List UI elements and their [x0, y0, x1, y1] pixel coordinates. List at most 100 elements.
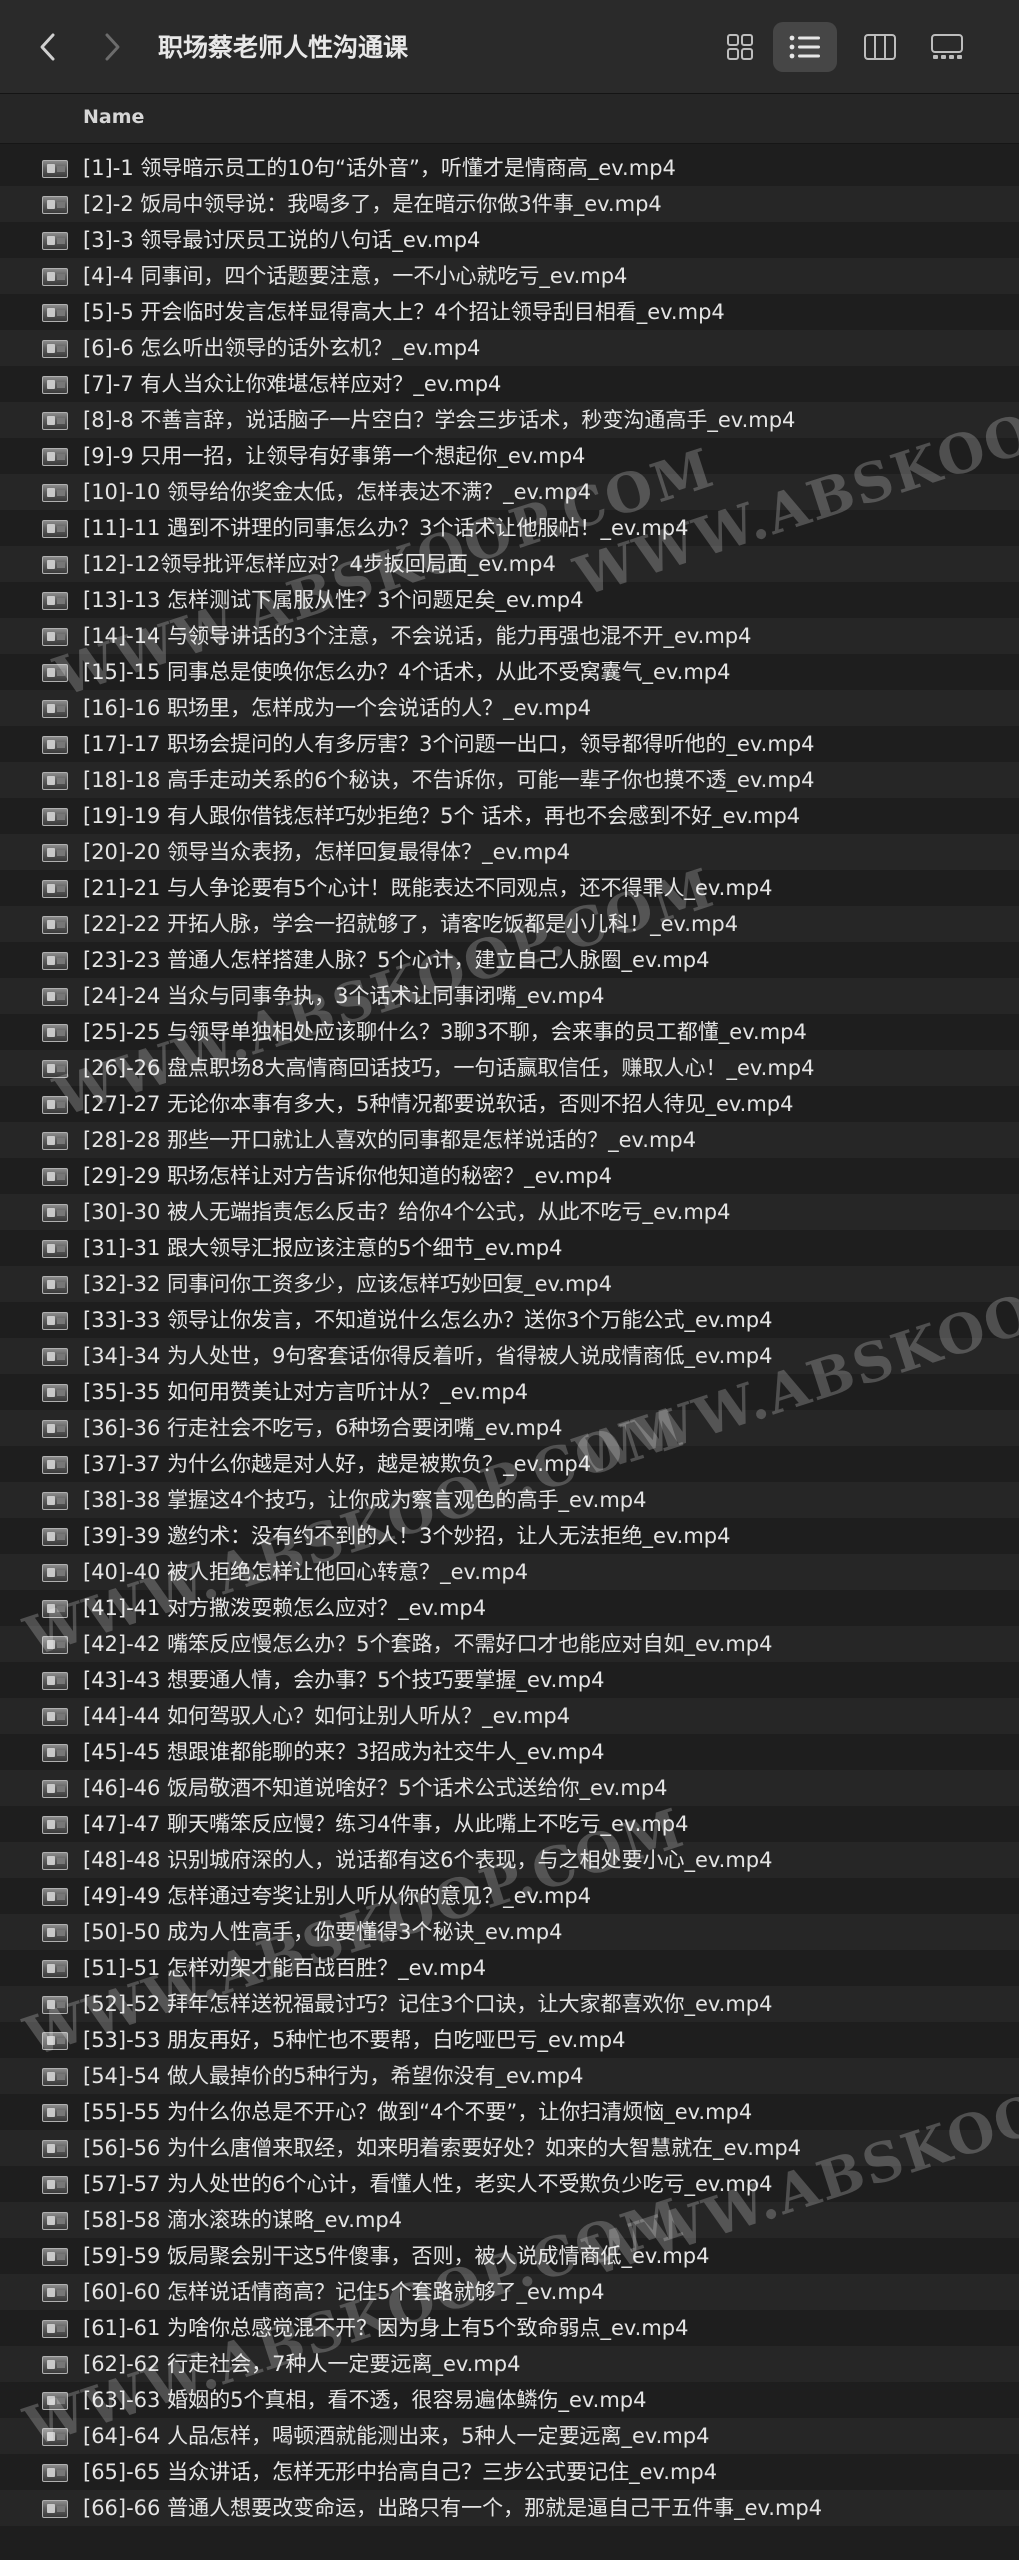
file-row[interactable]: [36]-36 行走社会不吃亏，6种场合要闭嘴_ev.mp4 [0, 1410, 1019, 1446]
video-file-icon [42, 1744, 68, 1762]
file-name: [4]-4 同事间，四个话题要注意，一不小心就吃亏_ev.mp4 [83, 264, 628, 288]
file-row[interactable]: [27]-27 无论你本事有多大，5种情况都要说软话，否则不招人待见_ev.mp… [0, 1086, 1019, 1122]
file-row[interactable]: [22]-22 开拓人脉，学会一招就够了，请客吃饭都是小儿科！_ev.mp4 [0, 906, 1019, 942]
file-row[interactable]: [32]-32 同事问你工资多少，应该怎样巧妙回复_ev.mp4 [0, 1266, 1019, 1302]
video-file-icon [42, 1852, 68, 1870]
file-row[interactable]: [61]-61 为啥你总感觉混不开？因为身上有5个致命弱点_ev.mp4 [0, 2310, 1019, 2346]
file-row[interactable]: [42]-42 嘴笨反应慢怎么办？5个套路，不需好口才也能应对自如_ev.mp4 [0, 1626, 1019, 1662]
file-row[interactable]: [33]-33 领导让你发言，不知道说什么怎么办？送你3个万能公式_ev.mp4 [0, 1302, 1019, 1338]
file-name: [61]-61 为啥你总感觉混不开？因为身上有5个致命弱点_ev.mp4 [83, 2316, 689, 2340]
back-button[interactable] [28, 27, 68, 67]
file-row[interactable]: [19]-19 有人跟你借钱怎样巧妙拒绝？5个 话术，再也不会感到不好_ev.m… [0, 798, 1019, 834]
file-row[interactable]: [24]-24 当众与同事争执，3个话术让同事闭嘴_ev.mp4 [0, 978, 1019, 1014]
video-file-icon [42, 2284, 68, 2302]
file-row[interactable]: [62]-62 行走社会，7种人一定要远离_ev.mp4 [0, 2346, 1019, 2382]
list-view-button[interactable] [773, 22, 837, 72]
file-row[interactable]: [29]-29 职场怎样让对方告诉你他知道的秘密？_ev.mp4 [0, 1158, 1019, 1194]
file-name: [14]-14 与领导讲话的3个注意，不会说话，能力再强也混不开_ev.mp4 [83, 624, 752, 648]
file-row[interactable]: [23]-23 普通人怎样搭建人脉？5个心计，建立自己人脉圈_ev.mp4 [0, 942, 1019, 978]
name-column-header[interactable]: Name [83, 106, 144, 128]
video-file-icon [42, 1888, 68, 1906]
file-row[interactable]: [54]-54 做人最掉价的5种行为，希望你没有_ev.mp4 [0, 2058, 1019, 2094]
file-row[interactable]: [38]-38 掌握这4个技巧，让你成为察言观色的高手_ev.mp4 [0, 1482, 1019, 1518]
file-row[interactable]: [58]-58 滴水滚珠的谋略_ev.mp4 [0, 2202, 1019, 2238]
file-name: [54]-54 做人最掉价的5种行为，希望你没有_ev.mp4 [83, 2064, 584, 2088]
file-row[interactable]: [65]-65 当众讲话，怎样无形中抬高自己？三步公式要记住_ev.mp4 [0, 2454, 1019, 2490]
file-row[interactable]: [6]-6 怎么听出领导的话外玄机？_ev.mp4 [0, 330, 1019, 366]
file-row[interactable]: [1]-1 领导暗示员工的10句“话外音”，听懂才是情商高_ev.mp4 [0, 150, 1019, 186]
video-file-icon [42, 1456, 68, 1474]
file-row[interactable]: [2]-2 饭局中领导说：我喝多了，是在暗示你做3件事_ev.mp4 [0, 186, 1019, 222]
file-row[interactable]: [57]-57 为人处世的6个心计，看懂人性，老实人不受欺负少吃亏_ev.mp4 [0, 2166, 1019, 2202]
file-row[interactable]: [17]-17 职场会提问的人有多厉害？3个问题一出口，领导都得听他的_ev.m… [0, 726, 1019, 762]
file-row[interactable]: [25]-25 与领导单独相处应该聊什么？3聊3不聊，会来事的员工都懂_ev.m… [0, 1014, 1019, 1050]
file-row[interactable]: [35]-35 如何用赞美让对方言听计从？_ev.mp4 [0, 1374, 1019, 1410]
file-row[interactable]: [34]-34 为人处世，9句客套话你得反着听，省得被人说成情商低_ev.mp4 [0, 1338, 1019, 1374]
video-file-icon [42, 772, 68, 790]
file-row[interactable]: [46]-46 饭局敬酒不知道说啥好？5个话术公式送给你_ev.mp4 [0, 1770, 1019, 1806]
file-row[interactable]: [43]-43 想要通人情，会办事？5个技巧要掌握_ev.mp4 [0, 1662, 1019, 1698]
file-row[interactable]: [12]-12领导批评怎样应对？4步扳回局面_ev.mp4 [0, 546, 1019, 582]
file-row[interactable]: [48]-48 识别城府深的人，说话都有这6个表现，与之相处要小心_ev.mp4 [0, 1842, 1019, 1878]
file-row[interactable]: [8]-8 不善言辞，说话脑子一片空白？学会三步话术，秒变沟通高手_ev.mp4 [0, 402, 1019, 438]
file-row[interactable]: [7]-7 有人当众让你难堪怎样应对？_ev.mp4 [0, 366, 1019, 402]
column-view-button[interactable] [848, 22, 912, 72]
file-row[interactable]: [41]-41 对方撒泼耍赖怎么应对？_ev.mp4 [0, 1590, 1019, 1626]
file-row[interactable]: [15]-15 同事总是使唤你怎么办？4个话术，从此不受窝囊气_ev.mp4 [0, 654, 1019, 690]
file-row[interactable]: [5]-5 开会临时发言怎样显得高大上？4个招让领导刮目相看_ev.mp4 [0, 294, 1019, 330]
file-name: [17]-17 职场会提问的人有多厉害？3个问题一出口，领导都得听他的_ev.m… [83, 732, 815, 756]
file-row[interactable]: [66]-66 普通人想要改变命运，出路只有一个，那就是逼自己干五件事_ev.m… [0, 2490, 1019, 2526]
file-row[interactable]: [10]-10 领导给你奖金太低，怎样表达不满？_ev.mp4 [0, 474, 1019, 510]
icon-view-button[interactable] [708, 22, 772, 72]
gallery-view-button[interactable] [915, 22, 979, 72]
file-row[interactable]: [53]-53 朋友再好，5种忙也不要帮，白吃哑巴亏_ev.mp4 [0, 2022, 1019, 2058]
file-row[interactable]: [60]-60 怎样说话情商高？记住5个套路就够了_ev.mp4 [0, 2274, 1019, 2310]
file-name: [53]-53 朋友再好，5种忙也不要帮，白吃哑巴亏_ev.mp4 [83, 2028, 626, 2052]
file-name: [50]-50 成为人性高手，你要懂得3个秘诀_ev.mp4 [83, 1920, 563, 1944]
file-row[interactable]: [59]-59 饭局聚会别干这5件傻事，否则，被人说成情商低_ev.mp4 [0, 2238, 1019, 2274]
file-row[interactable]: [3]-3 领导最讨厌员工说的八句话_ev.mp4 [0, 222, 1019, 258]
file-row[interactable]: [45]-45 想跟谁都能聊的来？3招成为社交牛人_ev.mp4 [0, 1734, 1019, 1770]
file-row[interactable]: [31]-31 跟大领导汇报应该注意的5个细节_ev.mp4 [0, 1230, 1019, 1266]
file-row[interactable]: [20]-20 领导当众表扬，怎样回复最得体？_ev.mp4 [0, 834, 1019, 870]
file-name: [66]-66 普通人想要改变命运，出路只有一个，那就是逼自己干五件事_ev.m… [83, 2496, 823, 2520]
file-row[interactable]: [50]-50 成为人性高手，你要懂得3个秘诀_ev.mp4 [0, 1914, 1019, 1950]
file-row[interactable]: [47]-47 聊天嘴笨反应慢？练习4件事，从此嘴上不吃亏_ev.mp4 [0, 1806, 1019, 1842]
file-row[interactable]: [16]-16 职场里，怎样成为一个会说话的人？_ev.mp4 [0, 690, 1019, 726]
video-file-icon [42, 1168, 68, 1186]
file-row[interactable]: [40]-40 被人拒绝怎样让他回心转意？_ev.mp4 [0, 1554, 1019, 1590]
video-file-icon [42, 2248, 68, 2266]
file-row[interactable]: [56]-56 为什么唐僧来取经，如来明着索要好处？如来的大智慧就在_ev.mp… [0, 2130, 1019, 2166]
file-row[interactable]: [26]-26 盘点职场8大高情商回话技巧，一句话赢取信任，赚取人心！_ev.m… [0, 1050, 1019, 1086]
video-file-icon [42, 808, 68, 826]
video-file-icon [42, 736, 68, 754]
file-row[interactable]: [30]-30 被人无端指责怎么反击？给你4个公式，从此不吃亏_ev.mp4 [0, 1194, 1019, 1230]
file-row[interactable]: [21]-21 与人争论要有5个心计！既能表达不同观点，还不得罪人_ev.mp4 [0, 870, 1019, 906]
video-file-icon [42, 1384, 68, 1402]
file-row[interactable]: [37]-37 为什么你越是对人好，越是被欺负？_ev.mp4 [0, 1446, 1019, 1482]
file-row[interactable]: [11]-11 遇到不讲理的同事怎么办？3个话术让他服帖！_ev.mp4 [0, 510, 1019, 546]
file-row[interactable]: [44]-44 如何驾驭人心？如何让别人听从？_ev.mp4 [0, 1698, 1019, 1734]
file-row[interactable]: [55]-55 为什么你总是不开心？做到“4个不要”，让你扫清烦恼_ev.mp4 [0, 2094, 1019, 2130]
file-row[interactable]: [14]-14 与领导讲话的3个注意，不会说话，能力再强也混不开_ev.mp4 [0, 618, 1019, 654]
file-name: [42]-42 嘴笨反应慢怎么办？5个套路，不需好口才也能应对自如_ev.mp4 [83, 1632, 773, 1656]
video-file-icon [42, 340, 68, 358]
video-file-icon [42, 2212, 68, 2230]
file-row[interactable]: [39]-39 邀约术：没有约不到的人！3个妙招，让人无法拒绝_ev.mp4 [0, 1518, 1019, 1554]
file-row[interactable]: [52]-52 拜年怎样送祝福最讨巧？记住3个口诀，让大家都喜欢你_ev.mp4 [0, 1986, 1019, 2022]
file-name: [3]-3 领导最讨厌员工说的八句话_ev.mp4 [83, 228, 481, 252]
file-row[interactable]: [28]-28 那些一开口就让人喜欢的同事都是怎样说话的？_ev.mp4 [0, 1122, 1019, 1158]
file-row[interactable]: [64]-64 人品怎样，喝顿酒就能测出来，5种人一定要远离_ev.mp4 [0, 2418, 1019, 2454]
forward-button[interactable] [92, 27, 132, 67]
file-row[interactable]: [49]-49 怎样通过夸奖让别人听从你的意见？_ev.mp4 [0, 1878, 1019, 1914]
file-row[interactable]: [63]-63 婚姻的5个真相，看不透，很容易遍体鳞伤_ev.mp4 [0, 2382, 1019, 2418]
video-file-icon [42, 2068, 68, 2086]
file-row[interactable]: [51]-51 怎样劝架才能百战百胜？_ev.mp4 [0, 1950, 1019, 1986]
file-row[interactable]: [13]-13 怎样测试下属服从性？3个问题足矣_ev.mp4 [0, 582, 1019, 618]
file-row[interactable]: [18]-18 高手走动关系的6个秘诀，不告诉你，可能一辈子你也摸不透_ev.m… [0, 762, 1019, 798]
file-row[interactable]: [4]-4 同事间，四个话题要注意，一不小心就吃亏_ev.mp4 [0, 258, 1019, 294]
file-row[interactable]: [9]-9 只用一招，让领导有好事第一个想起你_ev.mp4 [0, 438, 1019, 474]
file-name: [23]-23 普通人怎样搭建人脉？5个心计，建立自己人脉圈_ev.mp4 [83, 948, 710, 972]
file-name: [29]-29 职场怎样让对方告诉你他知道的秘密？_ev.mp4 [83, 1164, 613, 1188]
video-file-icon [42, 1924, 68, 1942]
